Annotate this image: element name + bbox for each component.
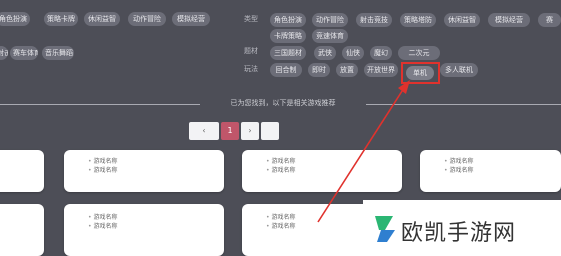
logo-icon <box>375 216 395 242</box>
watermark-logo: 欧凯手游网 <box>363 200 561 256</box>
watermark-text: 欧凯手游网 <box>401 221 517 246</box>
